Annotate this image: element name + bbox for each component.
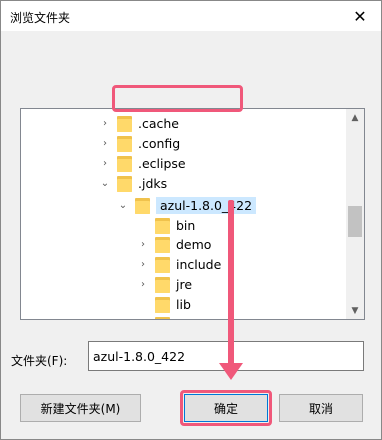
title-bar: 浏览文件夹 ✕ <box>1 1 381 31</box>
folder-tree[interactable]: › .cache › .config › .eclipse ⌄ .jdks ⌄ … <box>20 108 365 320</box>
tree-item-lib[interactable]: lib <box>137 294 364 314</box>
tree-item-label: include <box>176 256 222 272</box>
browse-folder-dialog: 浏览文件夹 ✕ › .cache › .config › .eclipse ⌄ … <box>0 0 382 440</box>
chevron-right-icon[interactable]: › <box>99 136 111 150</box>
tree-item-label: .config <box>138 135 181 151</box>
chevron-down-icon[interactable]: ⌄ <box>117 198 129 212</box>
tree-item-cache[interactable]: › .cache <box>99 113 364 133</box>
tree-item-label: bin <box>176 217 196 233</box>
ok-button[interactable]: 确定 <box>184 394 268 422</box>
new-folder-button[interactable]: 新建文件夹(M) <box>20 394 141 422</box>
expand-placeholder <box>137 297 149 311</box>
tree-item-jdks[interactable]: ⌄ .jdks <box>99 173 364 193</box>
folder-icon <box>155 217 170 234</box>
scroll-down-icon[interactable]: ▼ <box>346 302 364 319</box>
tree-scrollbar[interactable]: ▲ ▼ <box>346 109 364 319</box>
chevron-right-icon[interactable]: › <box>137 277 149 291</box>
chevron-right-icon[interactable]: › <box>99 116 111 130</box>
tree-item-include[interactable]: › include <box>137 254 364 274</box>
folder-icon <box>117 155 132 172</box>
folder-icon <box>135 197 150 214</box>
folder-icon <box>155 276 170 293</box>
tree-item-label: jre <box>176 276 193 292</box>
chevron-down-icon[interactable]: ⌄ <box>99 176 111 190</box>
scroll-up-icon[interactable]: ▲ <box>346 109 364 126</box>
tree-item-label: azul-1.8.0_422 <box>156 196 257 214</box>
folder-icon <box>117 175 132 192</box>
folder-icon <box>155 256 170 273</box>
tree-item-label: .cache <box>138 115 179 131</box>
tree-item-azul[interactable]: ⌄ azul-1.8.0_422 <box>117 195 364 215</box>
chevron-right-icon[interactable]: › <box>137 257 149 271</box>
close-icon: ✕ <box>353 6 367 26</box>
folder-icon <box>155 316 170 319</box>
tree-item-bin[interactable]: bin <box>137 215 364 235</box>
close-button[interactable]: ✕ <box>339 1 381 31</box>
tree-item-label: lib <box>176 296 191 312</box>
tree-item-jre[interactable]: › jre <box>137 274 364 294</box>
selection-highlight-box <box>112 85 243 112</box>
annotation-arrow-line <box>228 200 234 368</box>
tree-item-config[interactable]: › .config <box>99 133 364 153</box>
folder-icon <box>155 236 170 253</box>
tree-item-label: .jdks <box>138 175 168 191</box>
tree-item-eclipse[interactable]: › .eclipse <box>99 153 364 173</box>
tree-item-label: .eclipse <box>138 155 186 171</box>
tree-item-demo[interactable]: › demo <box>137 234 364 254</box>
folder-icon <box>117 135 132 152</box>
tree-item-label: demo <box>176 236 212 252</box>
tree-item-partial <box>155 314 364 319</box>
expand-placeholder <box>137 218 149 232</box>
folder-field-label: 文件夹(F): <box>11 354 68 368</box>
chevron-right-icon[interactable]: › <box>99 156 111 170</box>
scroll-thumb[interactable] <box>348 206 362 237</box>
dialog-title: 浏览文件夹 <box>10 11 71 25</box>
cancel-button[interactable]: 取消 <box>279 394 363 422</box>
annotation-arrow-head <box>219 363 243 380</box>
folder-icon <box>155 296 170 313</box>
chevron-right-icon[interactable]: › <box>137 237 149 251</box>
folder-icon <box>117 115 132 132</box>
